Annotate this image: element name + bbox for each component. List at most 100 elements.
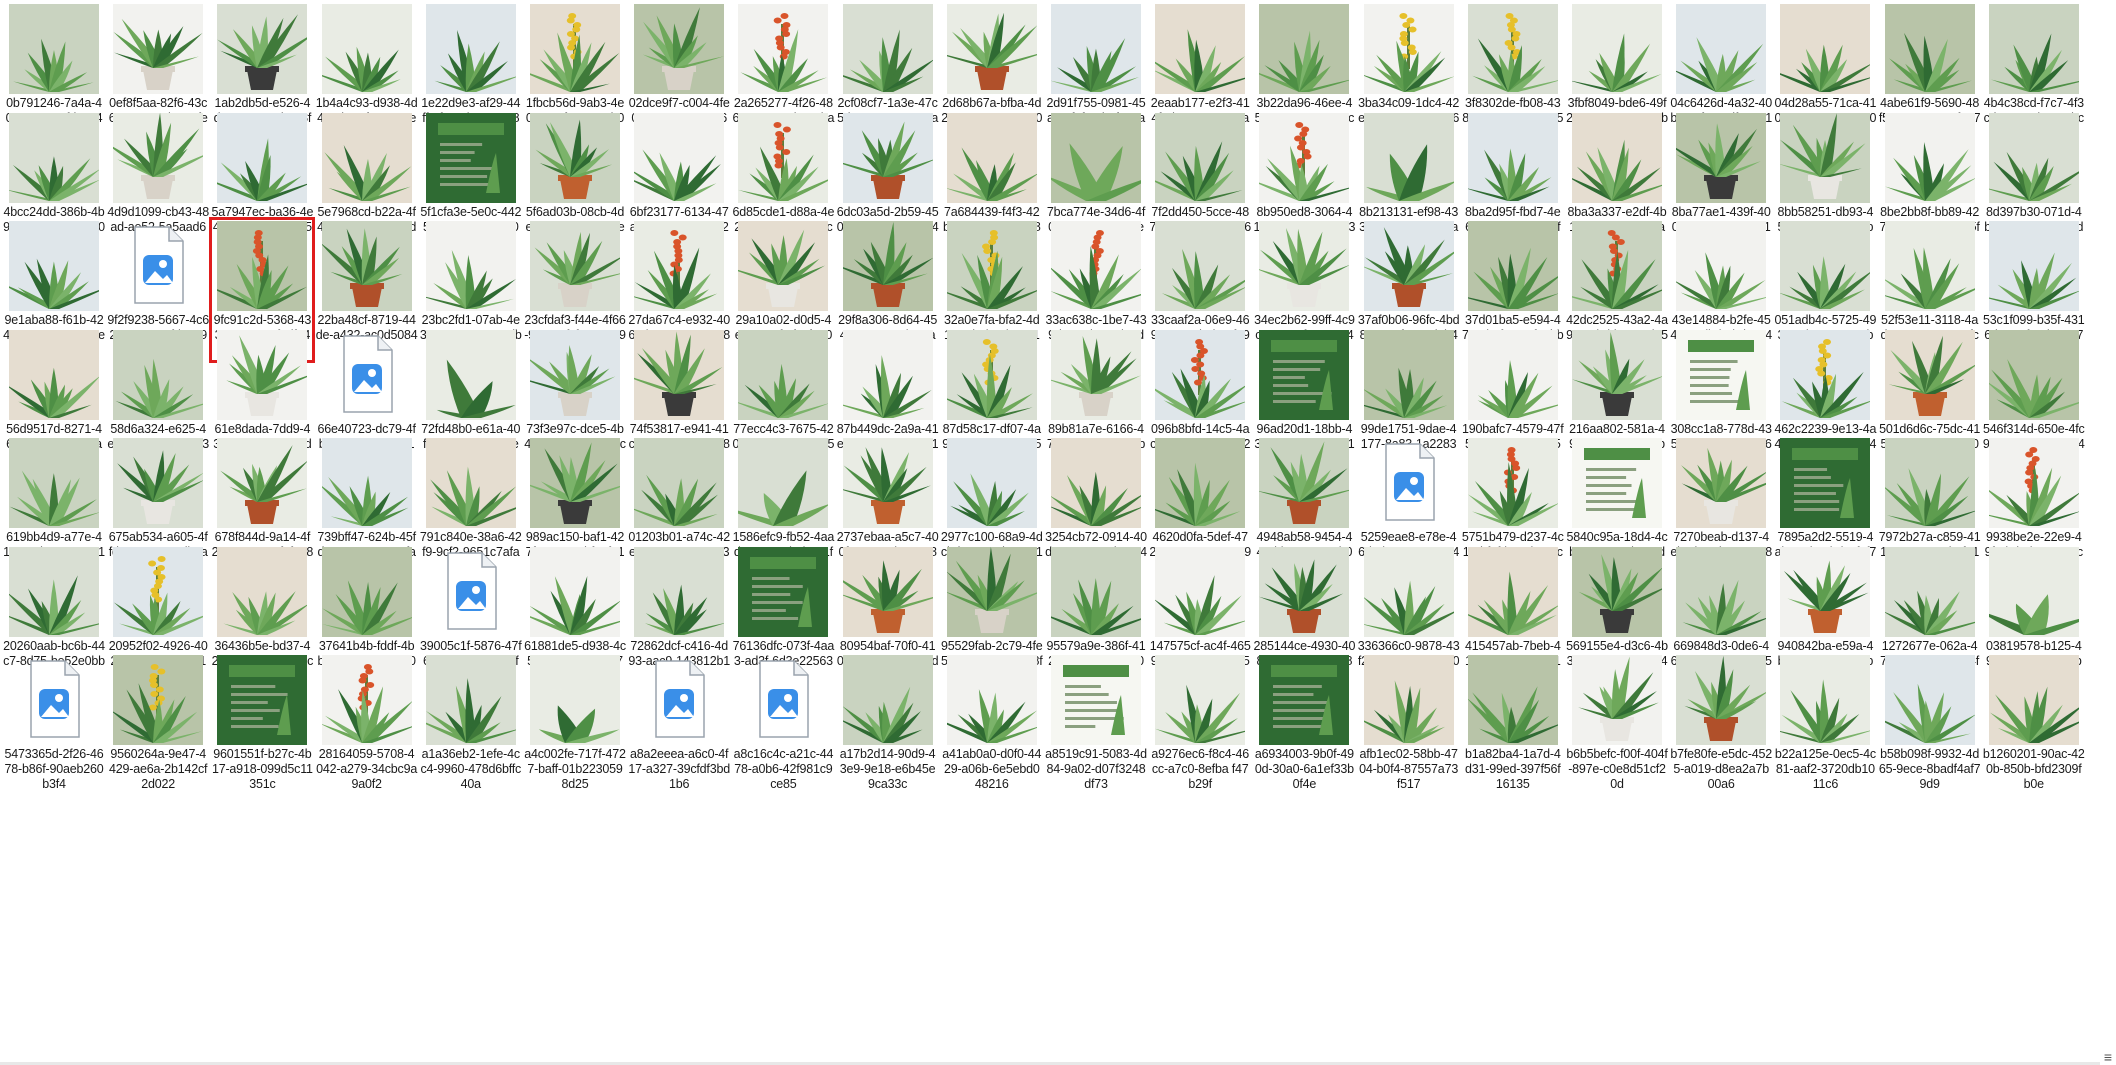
- image-thumbnail: [1155, 4, 1246, 94]
- file-name-label: a8c16c4c-a21c-4478-a0b6-42f981c9ce85: [733, 747, 834, 791]
- file-name-label: 9601551f-b27c-4b17-a918-099d5c11351c: [211, 747, 313, 791]
- image-thumbnail: [9, 329, 99, 420]
- image-thumbnail: [530, 438, 620, 528]
- file-item[interactable]: b22a125e-0ec5-4c81-aaf2-3720db1011c6: [1774, 653, 1876, 795]
- image-thumbnail: [1051, 655, 1141, 745]
- image-thumbnail: [1676, 112, 1767, 203]
- file-name-label: 9560264a-9e47-4429-ae6a-2b142cf2d022: [109, 747, 208, 791]
- image-thumbnail: [1363, 221, 1454, 311]
- file-item[interactable]: afb1ec02-58bb-4704-b0f4-87557a73f517: [1358, 653, 1460, 795]
- image-thumbnail: [1572, 438, 1662, 528]
- image-thumbnail: [634, 112, 725, 203]
- file-item[interactable]: a41ab0a0-d0f0-4429-a06b-6e5ebd048216: [941, 653, 1043, 795]
- image-thumbnail: [1780, 655, 1871, 745]
- image-thumbnail: [530, 546, 620, 637]
- file-item[interactable]: 5473365d-2f26-4678-b86f-90aeb260b3f4: [3, 653, 105, 795]
- image-thumbnail: [321, 221, 412, 311]
- file-item[interactable]: b1260201-90ac-420b-850b-bfd2309fb0e: [1983, 653, 2085, 795]
- image-thumbnail: [1988, 438, 2079, 528]
- image-thumbnail: [634, 546, 725, 637]
- image-thumbnail: [1051, 438, 1141, 528]
- file-item[interactable]: b1a82ba4-1a7d-4d31-99ed-397f56f16135: [1462, 653, 1564, 795]
- file-name-label: a8519c91-5083-4d84-9a02-d07f3248df73: [1045, 747, 1147, 791]
- image-thumbnail: [425, 4, 516, 94]
- image-thumbnail: [1884, 329, 1975, 420]
- image-thumbnail: [634, 329, 725, 420]
- image-thumbnail: [1363, 329, 1454, 420]
- file-item[interactable]: 9560264a-9e47-4429-ae6a-2b142cf2d022: [107, 653, 209, 795]
- image-thumbnail: [1780, 546, 1871, 637]
- file-thumbnail-grid: 0b791246-7a4a-4037-9acc-efda6c4b3fef0ef8…: [0, 0, 2116, 1065]
- file-item[interactable]: 28164059-5708-4042-a279-34cbc9a9a0f2: [316, 653, 418, 795]
- file-item[interactable]: a1a36eb2-1efe-4cc4-9960-478d6bffc40a: [420, 653, 522, 795]
- image-thumbnail: [1259, 438, 1350, 528]
- image-thumbnail: [738, 4, 829, 94]
- image-file-icon: [634, 655, 724, 745]
- file-name-label: b1260201-90ac-420b-850b-bfd2309fb0e: [1982, 747, 2085, 791]
- image-thumbnail: [946, 112, 1037, 203]
- image-thumbnail: [1884, 112, 1975, 203]
- image-thumbnail: [425, 438, 516, 528]
- file-item[interactable]: a6934003-9b0f-490d-30a0-6a1ef33b0f4e: [1253, 653, 1355, 795]
- file-item[interactable]: b58b098f-9932-4d65-9ece-8badf4af79d9: [1879, 653, 1981, 795]
- file-name-label: a17b2d14-90d9-43e9-9e18-e6b45e9ca33c: [839, 747, 936, 791]
- image-thumbnail: [113, 329, 204, 420]
- image-thumbnail: [1884, 655, 1975, 745]
- image-thumbnail: [1780, 112, 1871, 203]
- image-thumbnail: [9, 546, 99, 637]
- image-thumbnail: [1155, 329, 1246, 420]
- image-thumbnail: [842, 4, 933, 94]
- image-thumbnail: [1572, 4, 1662, 94]
- image-thumbnail: [1676, 329, 1767, 420]
- image-thumbnail: [946, 221, 1037, 311]
- image-thumbnail: [946, 4, 1037, 94]
- image-file-icon: [322, 330, 412, 420]
- image-thumbnail: [634, 4, 725, 94]
- image-file-icon: [9, 655, 99, 745]
- image-thumbnail: [321, 655, 412, 745]
- image-thumbnail: [425, 112, 516, 203]
- image-thumbnail: [1051, 221, 1141, 311]
- file-item[interactable]: a9276ec6-f8c4-46cc-a7c0-8efba f47b29f: [1149, 653, 1251, 795]
- file-item[interactable]: a8c16c4c-a21c-4478-a0b6-42f981c9ce85: [732, 653, 834, 795]
- image-thumbnail: [1988, 655, 2079, 745]
- image-thumbnail: [634, 438, 725, 528]
- file-name-label: b22a125e-0ec5-4c81-aaf2-3720db1011c6: [1774, 747, 1876, 791]
- image-thumbnail: [530, 655, 620, 745]
- image-thumbnail: [738, 438, 829, 528]
- image-thumbnail: [1363, 546, 1454, 637]
- image-thumbnail: [1363, 4, 1454, 94]
- file-name-label: b58b098f-9932-4d65-9ece-8badf4af79d9: [1878, 747, 1981, 791]
- image-thumbnail: [1988, 546, 2079, 637]
- file-item[interactable]: 9601551f-b27c-4b17-a918-099d5c11351c: [211, 653, 313, 795]
- file-item[interactable]: b7fe80fe-e5dc-4525-a019-d8ea2a7b00a6: [1670, 653, 1772, 795]
- file-item[interactable]: a8519c91-5083-4d84-9a02-d07f3248df73: [1045, 653, 1147, 795]
- image-thumbnail: [321, 546, 412, 637]
- image-thumbnail: [217, 112, 308, 203]
- image-thumbnail: [842, 112, 933, 203]
- image-thumbnail: [1780, 221, 1871, 311]
- file-item[interactable]: b6b5befc-f00f-404f-897e-c0e8d51cf20d: [1566, 653, 1668, 795]
- file-name-label: afb1ec02-58bb-4704-b0f4-87557a73f517: [1359, 747, 1459, 791]
- image-file-icon: [1364, 438, 1454, 528]
- resize-grip-icon[interactable]: ≡: [2100, 1049, 2116, 1065]
- image-thumbnail: [1572, 655, 1662, 745]
- file-item[interactable]: a17b2d14-90d9-43e9-9e18-e6b45e9ca33c: [837, 653, 939, 795]
- image-thumbnail: [1780, 4, 1871, 94]
- image-thumbnail: [1676, 546, 1767, 637]
- image-thumbnail: [738, 221, 829, 311]
- image-thumbnail: [1051, 329, 1141, 420]
- image-thumbnail: [217, 655, 308, 745]
- file-item[interactable]: a8a2eeea-a6c0-4f17-a327-39cfdf3bd1b6: [628, 653, 730, 795]
- image-thumbnail: [217, 546, 308, 637]
- file-name-label: a1a36eb2-1efe-4cc4-9960-478d6bffc40a: [420, 747, 522, 791]
- image-thumbnail: [1155, 112, 1246, 203]
- image-thumbnail: [1155, 221, 1246, 311]
- file-name-label: 28164059-5708-4042-a279-34cbc9a9a0f2: [316, 747, 418, 791]
- image-thumbnail: [113, 112, 204, 203]
- file-item[interactable]: a4c002fe-717f-4727-baff-01b2230598d25: [524, 653, 626, 795]
- image-thumbnail: [946, 655, 1037, 745]
- image-thumbnail: [530, 221, 620, 311]
- image-thumbnail: [946, 546, 1037, 637]
- file-name-label: b6b5befc-f00f-404f-897e-c0e8d51cf20d: [1566, 747, 1668, 791]
